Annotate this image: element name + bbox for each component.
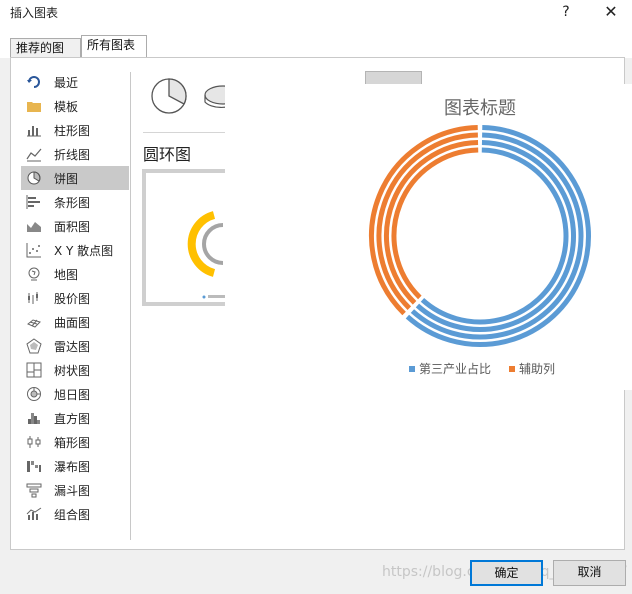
sidebar-item-label: 柱形图 (54, 123, 91, 138)
sidebar-item-label: X Y 散点图 (54, 243, 114, 258)
legend-swatch-1 (409, 366, 415, 372)
sidebar-item-bar-chart[interactable]: 条形图 (21, 190, 129, 214)
sidebar-item-column-chart[interactable]: 柱形图 (21, 118, 129, 142)
sidebar-item-label: 最近 (54, 75, 79, 90)
chart-title: 图表标题 (444, 98, 516, 119)
sidebar-item-label: 饼图 (54, 171, 79, 186)
sidebar-item-area-chart[interactable]: 面积图 (21, 214, 129, 238)
pie-subtype-icon[interactable] (149, 76, 189, 116)
map-chart-icon (26, 266, 42, 282)
chart-preview-popup: 图表标题 第三产业占比 辅助列 (225, 84, 632, 390)
dialog-title: 插入图表 (10, 6, 59, 20)
bar-chart-icon (26, 194, 42, 210)
sidebar-item-label: 条形图 (54, 195, 91, 210)
sidebar-item-label: 曲面图 (54, 315, 91, 330)
sidebar-item-waterfall-chart[interactable]: 瀑布图 (21, 454, 129, 478)
surface-chart-icon (26, 314, 42, 330)
pie-chart-icon (26, 170, 42, 186)
stock-chart-icon (26, 290, 42, 306)
sidebar-item-line-chart[interactable]: 折线图 (21, 142, 129, 166)
sidebar-item-label: 直方图 (54, 411, 91, 426)
sidebar-item-label: 树状图 (54, 363, 91, 378)
sidebar-item-histogram-chart[interactable]: 直方图 (21, 406, 129, 430)
section-title: 圆环图 (143, 145, 192, 164)
box-whisker-chart-icon (26, 434, 42, 450)
ok-button[interactable]: 确定 (470, 560, 543, 586)
sidebar-item-pie-chart[interactable]: 饼图 (21, 166, 129, 190)
sidebar-divider (130, 72, 131, 540)
section-divider (143, 132, 238, 133)
sidebar-item-treemap-chart[interactable]: 树状图 (21, 358, 129, 382)
ring-2-segment-1 (410, 132, 584, 340)
scatter-chart-icon (26, 242, 42, 258)
sidebar-item-map-chart[interactable]: 地图 (21, 262, 129, 286)
sidebar-item-label: 箱形图 (54, 435, 91, 450)
sidebar-item-label: 地图 (54, 267, 79, 282)
tab-all-charts[interactable]: 所有图表 (81, 35, 147, 59)
doughnut-chart: 图表标题 第三产业占比 辅助列 (369, 98, 591, 376)
chart-preview-thumbnail[interactable] (142, 169, 238, 306)
sidebar-item-label: 组合图 (54, 507, 91, 522)
sidebar-item-recent[interactable]: 最近 (21, 70, 129, 94)
area-chart-icon (26, 218, 42, 234)
sidebar-item-box-whisker-chart[interactable]: 箱形图 (21, 430, 129, 454)
waterfall-chart-icon (26, 458, 42, 474)
doughnut-subtype-icon[interactable] (365, 71, 422, 85)
funnel-chart-icon (26, 482, 42, 498)
tab-strip: 推荐的图表 所有图表 (0, 28, 632, 74)
sidebar-item-combo-chart[interactable]: 组合图 (21, 502, 129, 526)
sidebar-item-funnel-chart[interactable]: 漏斗图 (21, 478, 129, 502)
ring-3-segment-1 (415, 140, 577, 332)
column-chart-icon (26, 122, 42, 138)
close-button[interactable]: ✕ (600, 2, 622, 22)
recent-icon (26, 74, 42, 90)
dialog-titlebar: 插入图表 ? ✕ (0, 0, 632, 28)
histogram-chart-icon (26, 410, 42, 426)
legend-label-1: 第三产业占比 (419, 361, 491, 376)
legend-swatch-2 (509, 366, 515, 372)
sidebar-item-label: 旭日图 (54, 387, 91, 402)
sidebar-item-label: 股价图 (54, 291, 91, 306)
legend-label-2: 辅助列 (519, 362, 555, 376)
sidebar-item-surface-chart[interactable]: 曲面图 (21, 310, 129, 334)
tab-recommended-charts[interactable]: 推荐的图表 (10, 38, 81, 74)
sunburst-chart-icon (26, 386, 42, 402)
sidebar-item-stock-chart[interactable]: 股价图 (21, 286, 129, 310)
sidebar-item-label: 面积图 (54, 219, 91, 234)
sidebar-item-scatter-chart[interactable]: X Y 散点图 (21, 238, 129, 262)
chart-category-list: 最近模板柱形图折线图饼图条形图面积图 X Y 散点图 地图股价图曲面图雷达图树状图旭… (21, 70, 129, 526)
sidebar-item-folder[interactable]: 模板 (21, 94, 129, 118)
sidebar-item-label: 雷达图 (54, 339, 91, 354)
ring-4-segment-2 (391, 147, 479, 300)
radar-chart-icon (26, 338, 42, 354)
sidebar-item-radar-chart[interactable]: 雷达图 (21, 334, 129, 358)
ring-4-segment-1 (420, 147, 569, 325)
combo-chart-icon (26, 506, 42, 522)
sidebar-item-label: 瀑布图 (54, 459, 91, 474)
treemap-chart-icon (26, 362, 42, 378)
sidebar-item-label: 模板 (54, 99, 79, 114)
sidebar-item-sunburst-chart[interactable]: 旭日图 (21, 382, 129, 406)
line-chart-icon (26, 146, 42, 162)
sidebar-item-label: 漏斗图 (54, 483, 91, 498)
help-button[interactable]: ? (556, 2, 576, 22)
folder-icon (26, 98, 42, 114)
sidebar-item-label: 折线图 (54, 147, 91, 162)
cancel-button[interactable]: 取消 (553, 560, 626, 586)
